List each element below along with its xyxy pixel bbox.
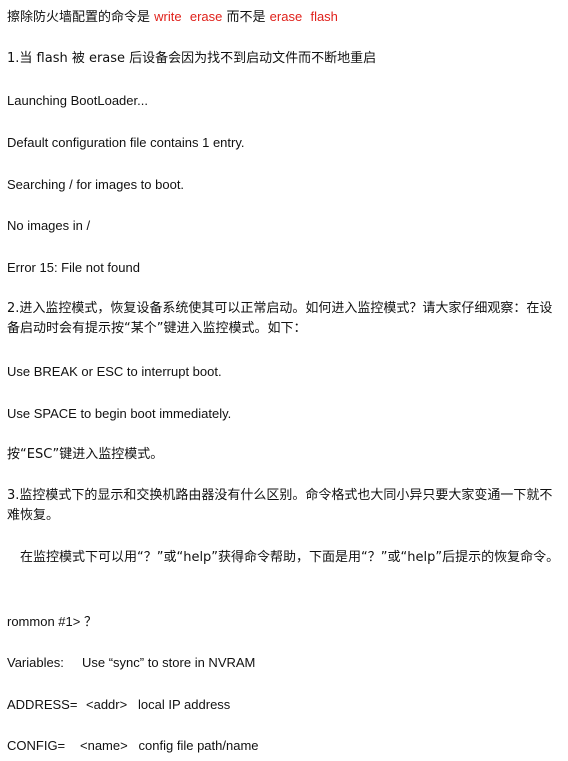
- cmd-erase-wrong: erase: [269, 9, 303, 24]
- help-row: Variables: Use “sync” to store in NVRAM: [7, 654, 563, 672]
- rommon-prompt: rommon #1> ？: [7, 614, 97, 629]
- help-row-value: Use “sync” to store in NVRAM: [82, 655, 256, 670]
- cmd-flash: flash: [310, 9, 338, 24]
- help-row-value: <name> config file path/name: [80, 738, 259, 753]
- boot-log-line: Error 15: File not found: [7, 260, 140, 275]
- paragraph-1: 1.当 flash 被 erase 后设备会因为找不到启动文件而不断地重启: [7, 51, 377, 66]
- paragraph-3: 按“ESC”键进入监控模式。: [7, 447, 164, 462]
- boot-log-line: No images in /: [7, 218, 91, 233]
- intro-line: 擦除防火墙配置的命令是 write erase 而不是 erase flash: [7, 8, 563, 27]
- boot-prompt-line: Use SPACE to begin boot immediately.: [7, 406, 232, 421]
- cmd-write: write: [154, 9, 182, 24]
- paragraph-5: 在监控模式下可以用“？”或“help”获得命令帮助，下面是用“？”或“help”…: [7, 550, 560, 565]
- intro-prefix: 擦除防火墙配置的命令是: [7, 10, 155, 25]
- boot-log-line: Default configuration file contains 1 en…: [7, 135, 245, 150]
- help-row-key: ADDRESS=: [7, 697, 78, 712]
- help-row: CONFIG= <name> config file path/name: [7, 737, 563, 755]
- help-row-value: <addr> local IP address: [86, 697, 231, 712]
- paragraph-2: 2.进入监控模式，恢复设备系统使其可以正常启动。如何进入监控模式？请大家仔细观察…: [7, 301, 553, 336]
- cmd-erase-correct: erase: [189, 9, 223, 24]
- boot-log-line: Searching / for images to boot.: [7, 177, 185, 192]
- help-row-key: CONFIG=: [7, 738, 66, 753]
- boot-prompt-line: Use BREAK or ESC to interrupt boot.: [7, 364, 222, 379]
- help-row-key: Variables:: [7, 655, 64, 670]
- intro-middle: 而不是: [222, 10, 270, 25]
- document-page: 擦除防火墙配置的命令是 write erase 而不是 erase flash …: [0, 0, 568, 761]
- paragraph-4: 3.监控模式下的显示和交换机路由器没有什么区别。命令格式也大同小异只要大家变通一…: [7, 488, 553, 523]
- boot-log-line: Launching BootLoader...: [7, 93, 148, 108]
- help-row: ADDRESS= <addr> local IP address: [7, 696, 563, 714]
